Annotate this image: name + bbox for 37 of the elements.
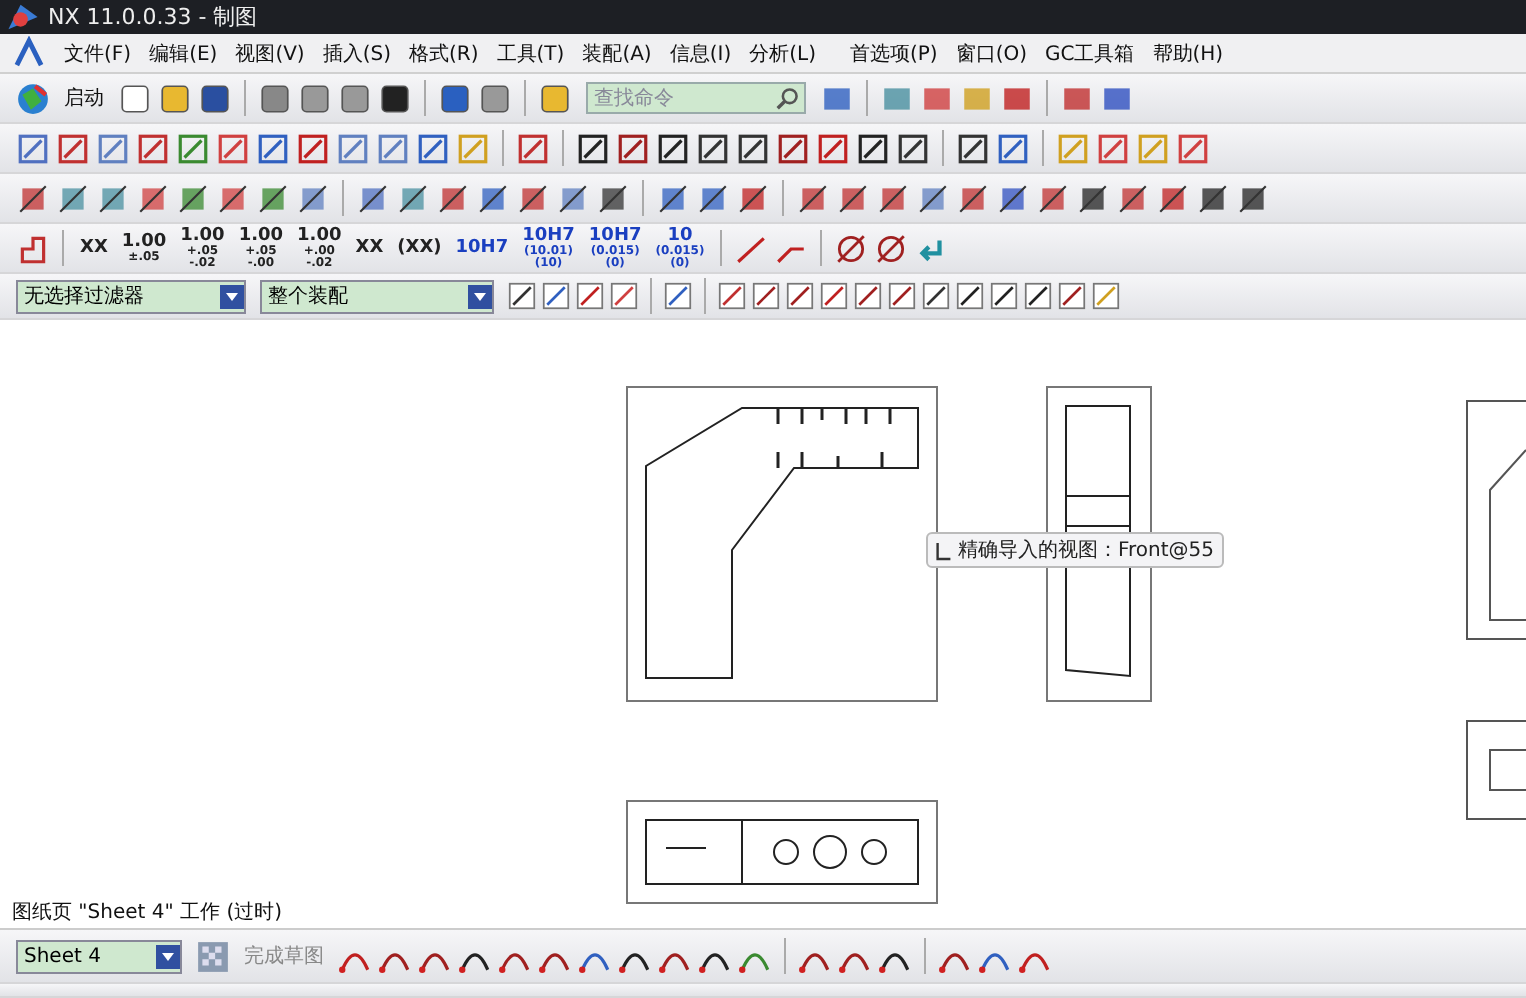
dimension-style-button[interactable]: 10H7: [451, 239, 513, 257]
menu-item[interactable]: 装配(A): [582, 39, 652, 67]
window-title: NX 11.0.0.33 - 制图: [48, 2, 258, 32]
menu-item[interactable]: 编辑(E): [149, 39, 218, 67]
menu-item[interactable]: 帮助(H): [1152, 39, 1224, 67]
dimension-style-button[interactable]: (XX): [393, 239, 446, 257]
menu-item[interactable]: 格式(R): [409, 39, 479, 67]
drawing-view[interactable]: [626, 386, 938, 702]
globe-icon[interactable]: [16, 81, 50, 115]
menu-item[interactable]: 视图(V): [235, 39, 305, 67]
diameter-icon[interactable]: [834, 231, 869, 265]
sheet-dropdown[interactable]: Sheet 4: [16, 939, 182, 973]
dimension-style-button[interactable]: XX: [351, 239, 388, 257]
filter-dropdown[interactable]: 无选择过滤器: [16, 279, 246, 313]
checkered-flag-icon[interactable]: [196, 939, 230, 973]
menu-item[interactable]: 插入(S): [322, 39, 391, 67]
menu-item[interactable]: 窗口(O): [955, 39, 1028, 67]
menu-item[interactable]: 文件(F): [64, 39, 132, 67]
tooltip-text: 精确导入的视图：Front@55: [958, 537, 1215, 564]
app-logo-icon: [6, 0, 40, 34]
status-message: 图纸页 "Sheet 4" 工作 (过时): [0, 900, 1526, 928]
menu-item[interactable]: 分析(L): [749, 39, 816, 67]
drawing-view[interactable]: [1466, 720, 1526, 820]
diameter-icon[interactable]: [874, 231, 909, 265]
view-icon: [936, 539, 952, 561]
menu-item[interactable]: GC工具箱: [1045, 39, 1135, 67]
search-icon: [776, 86, 800, 110]
drawing-view[interactable]: [1466, 400, 1526, 640]
drawing-view[interactable]: [626, 800, 938, 904]
menu-item[interactable]: 工具(T): [496, 39, 565, 67]
search-field[interactable]: 查找命令: [586, 82, 806, 114]
dimension-style-button[interactable]: XX: [76, 239, 112, 257]
menu-item[interactable]: 信息(I): [669, 39, 732, 67]
menu-item[interactable]: 首选项(P): [849, 39, 938, 67]
leader-icon[interactable]: [734, 231, 769, 265]
start-button[interactable]: 启动: [56, 84, 112, 112]
filter-dropdown[interactable]: 整个装配: [260, 279, 494, 313]
